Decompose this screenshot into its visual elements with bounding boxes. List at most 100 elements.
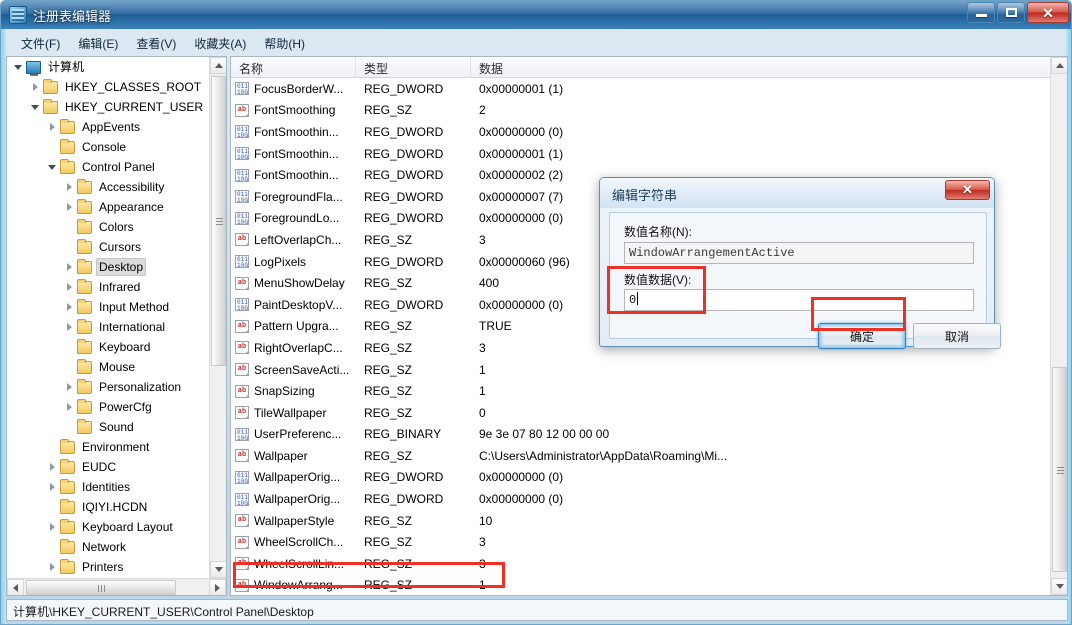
expander-closed-icon[interactable] — [64, 322, 75, 333]
tree-item-printers[interactable]: Printers — [7, 557, 209, 575]
value-name-cell: FontSmoothing — [254, 103, 364, 117]
expander-closed-icon[interactable] — [30, 82, 41, 93]
tree-item-powercfg[interactable]: PowerCfg — [7, 397, 209, 417]
table-row[interactable]: abWallpaperREG_SZC:\Users\Administrator\… — [231, 445, 1051, 467]
tree-item-iqiyi-hcdn[interactable]: IQIYI.HCDN — [7, 497, 209, 517]
expander-closed-icon[interactable] — [64, 382, 75, 393]
tree-item-control-panel[interactable]: Control Panel — [7, 157, 209, 177]
tree-item-international[interactable]: International — [7, 317, 209, 337]
tree-item-cursors[interactable]: Cursors — [7, 237, 209, 257]
value-type-cell: REG_DWORD — [364, 125, 479, 139]
tree-item-label: Printers — [79, 559, 126, 575]
tree-item--[interactable]: 计算机 — [7, 57, 209, 77]
dialog-title-bar[interactable]: 编辑字符串 ✕ — [600, 178, 994, 208]
tree-item-colors[interactable]: Colors — [7, 217, 209, 237]
column-header-name[interactable]: 名称 — [231, 57, 356, 77]
expander-open-icon[interactable] — [13, 62, 24, 73]
list-vertical-scrollbar[interactable] — [1050, 57, 1067, 595]
tree-item-hkey-current-user[interactable]: HKEY_CURRENT_USER — [7, 97, 209, 117]
tree-scroll-up-button[interactable] — [210, 57, 227, 74]
value-type-cell: REG_DWORD — [364, 470, 479, 484]
expander-closed-icon[interactable] — [47, 462, 58, 473]
tree-hscrollbar-thumb[interactable] — [26, 580, 176, 595]
tree-item-personalization[interactable]: Personalization — [7, 377, 209, 397]
tree-item-keyboard[interactable]: Keyboard — [7, 337, 209, 357]
table-row[interactable]: 011100FontSmoothin...REG_DWORD0x00000001… — [231, 143, 1051, 165]
status-bar: 计算机\HKEY_CURRENT_USER\Control Panel\Desk… — [6, 599, 1068, 621]
table-row[interactable]: abSnapSizingREG_SZ1 — [231, 380, 1051, 402]
tree-item-eudc[interactable]: EUDC — [7, 457, 209, 477]
expander-closed-icon[interactable] — [64, 302, 75, 313]
tree-item-accessibility[interactable]: Accessibility — [7, 177, 209, 197]
title-bar[interactable]: 注册表编辑器 ✕ — [1, 1, 1072, 29]
cancel-button[interactable]: 取消 — [913, 323, 1001, 349]
tree-item-keyboard-layout[interactable]: Keyboard Layout — [7, 517, 209, 537]
menu-item-2[interactable]: 编辑(E) — [69, 33, 127, 54]
tree-item-console[interactable]: Console — [7, 137, 209, 157]
tree-item-identities[interactable]: Identities — [7, 477, 209, 497]
tree-scroll-right-button[interactable] — [209, 579, 226, 596]
table-row[interactable]: abWallpaperStyleREG_SZ10 — [231, 510, 1051, 532]
maximize-button[interactable] — [997, 2, 1025, 23]
tree-scroll-left-button[interactable] — [7, 579, 24, 596]
column-header-data[interactable]: 数据 — [471, 57, 1067, 77]
dialog-close-button[interactable]: ✕ — [945, 180, 990, 200]
value-type-cell: REG_SZ — [364, 557, 479, 571]
expander-closed-icon[interactable] — [47, 122, 58, 133]
expander-closed-icon[interactable] — [47, 482, 58, 493]
expander-closed-icon[interactable] — [64, 262, 75, 273]
table-row[interactable]: abWindowArrang...REG_SZ1 — [231, 575, 1051, 596]
menu-item-5[interactable]: 帮助(H) — [255, 33, 314, 54]
table-row[interactable]: abScreenSaveActi...REG_SZ1 — [231, 359, 1051, 381]
close-button[interactable]: ✕ — [1027, 2, 1069, 23]
menu-item-1[interactable]: 文件(F) — [12, 33, 69, 54]
folder-icon — [60, 481, 75, 494]
expander-open-icon[interactable] — [47, 162, 58, 173]
expander-closed-icon[interactable] — [64, 182, 75, 193]
value-type-cell: REG_DWORD — [364, 255, 479, 269]
expander-closed-icon[interactable] — [47, 522, 58, 533]
value-name-cell: UserPreferenc... — [254, 427, 364, 441]
tree-item-network[interactable]: Network — [7, 537, 209, 557]
tree-item-input-method[interactable]: Input Method — [7, 297, 209, 317]
registry-tree-pane[interactable]: 计算机HKEY_CLASSES_ROOTHKEY_CURRENT_USERApp… — [6, 56, 227, 596]
table-row[interactable]: abFontSmoothingREG_SZ2 — [231, 100, 1051, 122]
tree-item-appearance[interactable]: Appearance — [7, 197, 209, 217]
value-name-cell: WallpaperOrig... — [254, 492, 364, 506]
tree-item-desktop[interactable]: Desktop — [7, 257, 209, 277]
menu-item-4[interactable]: 收藏夹(A) — [185, 33, 255, 54]
table-row[interactable]: 011100WallpaperOrig...REG_DWORD0x0000000… — [231, 488, 1051, 510]
table-row[interactable]: 011100UserPreferenc...REG_BINARY9e 3e 07… — [231, 424, 1051, 446]
tree-horizontal-scrollbar[interactable] — [7, 578, 226, 595]
tree-item-infrared[interactable]: Infrared — [7, 277, 209, 297]
table-row[interactable]: abTileWallpaperREG_SZ0 — [231, 402, 1051, 424]
tree-item-sound[interactable]: Sound — [7, 417, 209, 437]
expander-closed-icon[interactable] — [47, 562, 58, 573]
tree-item-appevents[interactable]: AppEvents — [7, 117, 209, 137]
tree-item-environment[interactable]: Environment — [7, 437, 209, 457]
table-row[interactable]: abWheelScrollLin...REG_SZ3 — [231, 553, 1051, 575]
column-header-type[interactable]: 类型 — [356, 57, 471, 77]
table-row[interactable]: 011100FocusBorderW...REG_DWORD0x00000001… — [231, 78, 1051, 100]
value-data-field[interactable]: 0 — [624, 289, 974, 311]
table-row[interactable]: 011100WallpaperOrig...REG_DWORD0x0000000… — [231, 467, 1051, 489]
expander-closed-icon[interactable] — [64, 202, 75, 213]
tree-vertical-scrollbar[interactable] — [209, 57, 226, 578]
tree-item-label: Keyboard Layout — [79, 519, 176, 535]
tree-scrollbar-thumb[interactable] — [211, 76, 226, 366]
minimize-button[interactable] — [967, 2, 995, 23]
tree-scroll-down-button[interactable] — [210, 561, 227, 578]
menu-item-3[interactable]: 查看(V) — [127, 33, 185, 54]
ok-button[interactable]: 确定 — [818, 323, 906, 349]
list-scroll-up-button[interactable] — [1051, 57, 1068, 74]
table-row[interactable]: abWheelScrollCh...REG_SZ3 — [231, 531, 1051, 553]
tree-item-hkey-classes-root[interactable]: HKEY_CLASSES_ROOT — [7, 77, 209, 97]
table-row[interactable]: 011100FontSmoothin...REG_DWORD0x00000000… — [231, 121, 1051, 143]
tree-guide-dots — [47, 142, 58, 153]
list-scroll-down-button[interactable] — [1051, 578, 1068, 595]
expander-closed-icon[interactable] — [64, 282, 75, 293]
expander-open-icon[interactable] — [30, 102, 41, 113]
expander-closed-icon[interactable] — [64, 402, 75, 413]
tree-item-mouse[interactable]: Mouse — [7, 357, 209, 377]
list-scrollbar-thumb[interactable] — [1052, 367, 1067, 572]
